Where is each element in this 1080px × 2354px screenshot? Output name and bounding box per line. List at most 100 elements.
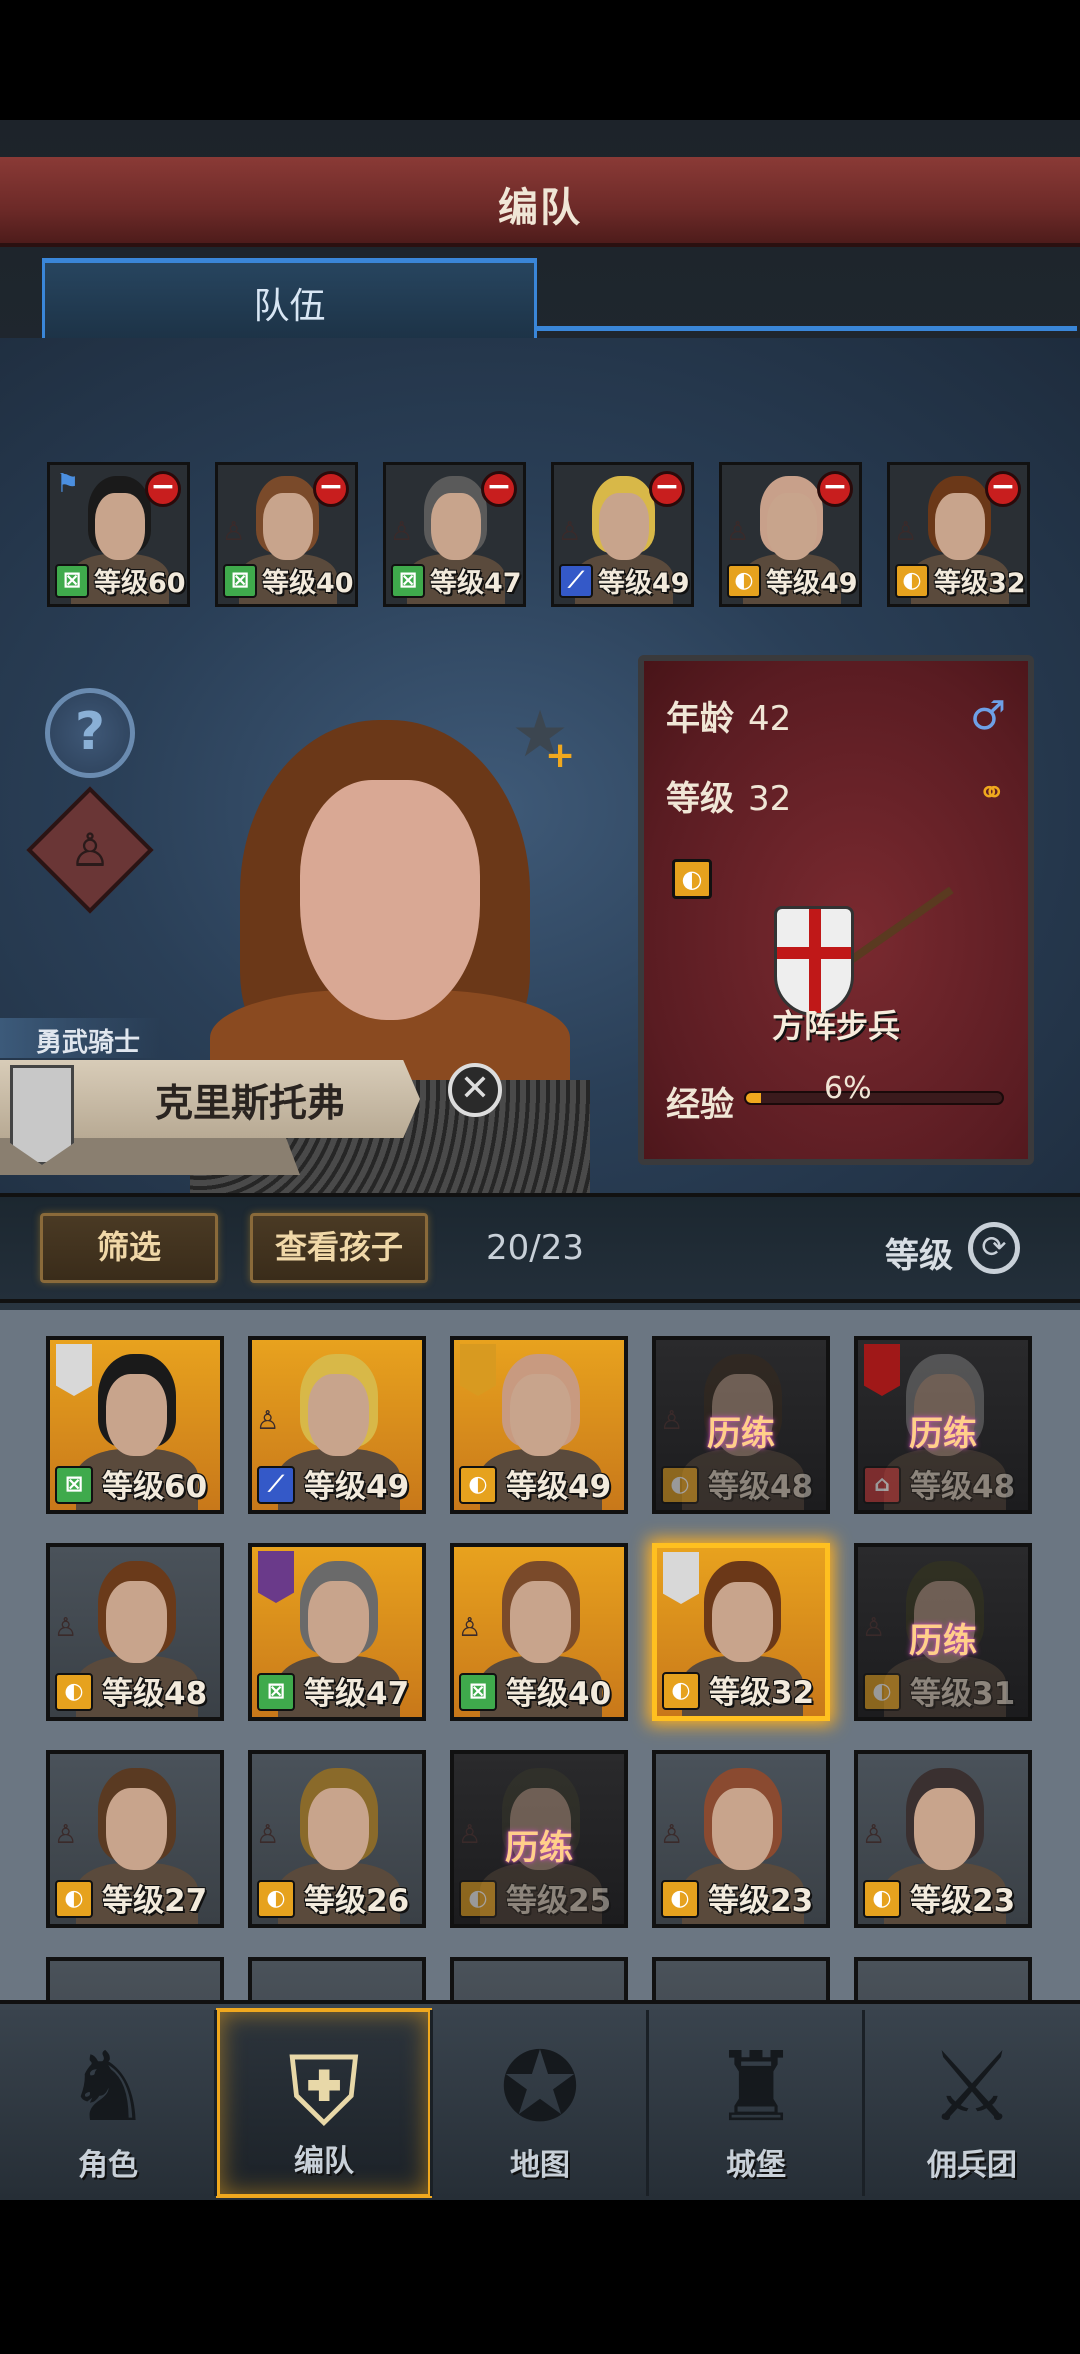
roster-card-partial[interactable] [46, 1957, 224, 2000]
roster-card[interactable]: ◐ 等级49 [450, 1336, 628, 1514]
roster-card[interactable]: ♙ ◐ 等级31 历练 [854, 1543, 1032, 1721]
nav-helmet[interactable]: ⛨ 编队 [216, 2008, 432, 2198]
tab-underline [537, 326, 1077, 331]
follower-icon: ♙ [256, 1820, 280, 1850]
team-slot[interactable]: ♙ − ◐ 等级32 [887, 462, 1030, 607]
nav-label: 地图 [510, 2148, 570, 2183]
follower-icon: ♙ [894, 517, 918, 547]
team-slot[interactable]: ⚑ − ⊠ 等级60 [47, 462, 190, 607]
nav-label: 城堡 [726, 2148, 786, 2183]
house-banner-icon [864, 1344, 900, 1396]
helmet-icon: ⛨ [288, 2035, 360, 2147]
knight-icon: ♞ [64, 2031, 152, 2143]
marriage-ring-icon[interactable]: ⚭ [978, 773, 1007, 813]
roster-card[interactable]: ♙ ◐ 等级26 [248, 1750, 426, 1928]
house-banner-icon [258, 1551, 294, 1603]
roster-card-partial[interactable] [248, 1957, 426, 2000]
remove-slot-icon[interactable]: − [481, 471, 517, 507]
slot-level: 等级32 [934, 568, 1026, 599]
unit-class-icon: ◐ [459, 1466, 497, 1504]
training-label: 历练 [909, 1621, 977, 1661]
sort-by-label[interactable]: 等级 [885, 1228, 953, 1277]
roster-card[interactable]: ♙ ◐ 等级23 [854, 1750, 1032, 1928]
remove-slot-icon[interactable]: − [817, 471, 853, 507]
card-level: 等级49 [506, 1469, 612, 1505]
unit-type-label: 方阵步兵 [771, 1007, 900, 1045]
roster-card[interactable]: ♙ ◐ 等级27 [46, 1750, 224, 1928]
unit-class-icon: ⊠ [55, 564, 89, 598]
exp-label: 经验 [666, 1085, 734, 1125]
roster-card[interactable]: ♙ ◐ 等级23 [652, 1750, 830, 1928]
unit-class-icon: ◐ [661, 1880, 699, 1918]
card-level: 等级47 [304, 1676, 410, 1712]
slot-level: 等级49 [766, 568, 858, 599]
roster-card-partial[interactable] [854, 1957, 1032, 2000]
team-slots: ⚑ − ⊠ 等级60 ♙ − ⊠ 等级40 ♙ − ⊠ 等级47 ♙ − ⟋ 等级49 ♙ − ◐ 等级49 ♙ − ◐ 等级… [47, 462, 1037, 607]
nav-label: 佣兵团 [927, 2148, 1017, 2183]
remove-slot-icon[interactable]: − [145, 471, 181, 507]
sword-banner-icon: ⚔ [928, 2031, 1016, 2143]
leader-flag-icon: ⚑ [56, 469, 80, 499]
follower-icon: ♙ [660, 1820, 684, 1850]
roster-card-partial[interactable] [450, 1957, 628, 2000]
follower-icon: ♙ [256, 1406, 280, 1436]
nav-divider [862, 2010, 865, 2196]
follower-icon: ♙ [458, 1613, 482, 1643]
training-label: 历练 [505, 1828, 573, 1868]
roster-card[interactable]: ⊠ 等级60 [46, 1336, 224, 1514]
nav-castle[interactable]: ♜ 城堡 [648, 2008, 864, 2198]
slot-level: 等级60 [94, 568, 186, 599]
exp-progress-bar [744, 1091, 1004, 1105]
exp-percent: 6% [824, 1071, 872, 1106]
compass-map-icon: ✪ [499, 2031, 581, 2143]
armor-icon: ♙ [69, 823, 111, 877]
filter-button[interactable]: 筛选 [40, 1213, 218, 1283]
view-children-button[interactable]: 查看孩子 [250, 1213, 428, 1283]
tab-team-label: 队伍 [253, 286, 326, 327]
unit-class-icon: ⊠ [459, 1673, 497, 1711]
card-level: 等级32 [709, 1675, 815, 1711]
unit-class-icon: ◐ [459, 1880, 497, 1918]
training-label: 历练 [909, 1414, 977, 1454]
unit-class-icon: ◐ [727, 564, 761, 598]
hero-name: 克里斯托弗 [154, 1081, 345, 1125]
remove-slot-icon[interactable]: − [649, 471, 685, 507]
tab-team[interactable]: 队伍 [42, 258, 537, 338]
house-banner-icon [56, 1344, 92, 1396]
remove-slot-icon[interactable]: − [985, 471, 1021, 507]
card-level: 等级26 [304, 1883, 410, 1919]
card-level: 等级31 [910, 1676, 1016, 1712]
card-level: 等级48 [102, 1676, 208, 1712]
card-level: 等级23 [910, 1883, 1016, 1919]
help-button[interactable]: ? [45, 688, 135, 778]
roster-card-partial[interactable] [652, 1957, 830, 2000]
nav-sword-banner[interactable]: ⚔ 佣兵团 [864, 2008, 1080, 2198]
team-slot[interactable]: ♙ − ⊠ 等级47 [383, 462, 526, 607]
team-slot[interactable]: ♙ − ⊠ 等级40 [215, 462, 358, 607]
card-level: 等级60 [102, 1469, 208, 1505]
nav-compass-map[interactable]: ✪ 地图 [432, 2008, 648, 2198]
roster-card[interactable]: ◐ 等级32 [652, 1543, 830, 1721]
roster-card[interactable]: ♙ ⟋ 等级49 [248, 1336, 426, 1514]
card-level: 等级48 [708, 1469, 814, 1505]
remove-slot-icon[interactable]: − [313, 471, 349, 507]
roster-card[interactable]: ♙ ◐ 等级48 历练 [652, 1336, 830, 1514]
refresh-sort-icon[interactable]: ⟳ [968, 1222, 1020, 1274]
remove-hero-button[interactable]: ✕ [448, 1063, 502, 1117]
nav-divider [430, 2010, 433, 2196]
level-label: 等级 [666, 779, 734, 819]
team-slot[interactable]: ♙ − ⟋ 等级49 [551, 462, 694, 607]
roster-card[interactable]: ♙ ◐ 等级25 历练 [450, 1750, 628, 1928]
nav-knight[interactable]: ♞ 角色 [0, 2008, 216, 2198]
house-banner-icon [663, 1552, 699, 1604]
team-slot[interactable]: ♙ − ◐ 等级49 [719, 462, 862, 607]
nav-label: 角色 [78, 2148, 138, 2183]
slot-level: 等级49 [598, 568, 690, 599]
roster-card[interactable]: ⌂ 等级48 历练 [854, 1336, 1032, 1514]
roster-card[interactable]: ♙ ◐ 等级48 [46, 1543, 224, 1721]
card-level: 等级40 [506, 1676, 612, 1712]
unit-class-icon: ◐ [895, 564, 929, 598]
unit-class-icon: ◐ [863, 1673, 901, 1711]
roster-card[interactable]: ⊠ 等级47 [248, 1543, 426, 1721]
roster-card[interactable]: ♙ ⊠ 等级40 [450, 1543, 628, 1721]
